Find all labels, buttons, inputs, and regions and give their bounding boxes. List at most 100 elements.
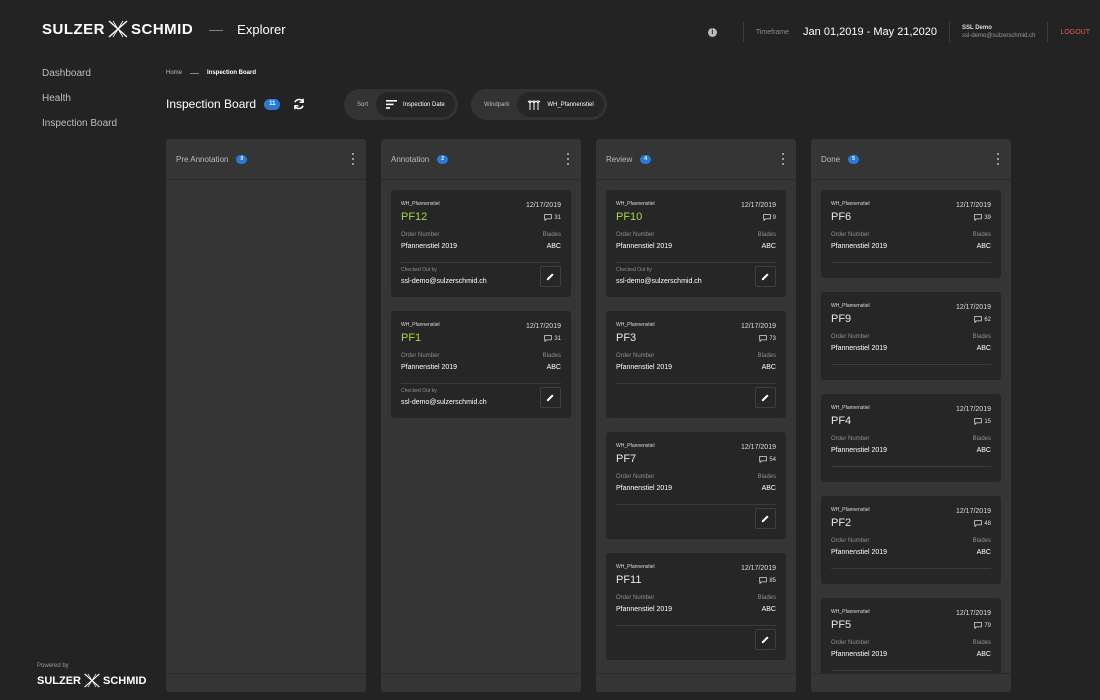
blades-label: Blades: [972, 232, 991, 238]
blades-value: ABC: [546, 364, 561, 371]
column-footer: [166, 673, 366, 692]
order-number-value: Pfannenstiel 2019: [401, 364, 458, 371]
info-icon[interactable]: i: [707, 27, 717, 37]
card-divider: [831, 670, 991, 671]
edit-button[interactable]: [755, 387, 776, 408]
powered-by-label: Powered by: [37, 663, 69, 669]
card-comments: 79: [974, 622, 991, 629]
edit-button[interactable]: [540, 266, 561, 287]
checked-out-label: Checked Out by: [401, 267, 437, 273]
windpark-select[interactable]: WH_Pfannenstiel: [517, 92, 604, 117]
pencil-icon: [546, 273, 554, 281]
sort-icon: [386, 100, 398, 109]
column-count-badge: 5: [848, 154, 859, 164]
windpark-icon: [527, 100, 541, 110]
inspection-card[interactable]: WH_Pfannenstiel 12/17/2019 PF9 62 Order Numb…: [821, 292, 1001, 380]
kebab-menu-icon[interactable]: [778, 152, 788, 166]
inspection-card[interactable]: WH_Pfannenstiel 12/17/2019 PF3 73 Order Numb…: [606, 311, 786, 418]
sidebar-item-health[interactable]: Health: [42, 93, 117, 107]
card-date: 12/17/2019: [740, 565, 776, 572]
inspection-card[interactable]: WH_Pfannenstiel 12/17/2019 PF1 31 Order Numb…: [391, 311, 571, 418]
timeframe-value[interactable]: Jan 01,2019 - May 21,2020: [803, 26, 937, 38]
title-row: Inspection Board 11: [166, 94, 306, 114]
comment-count: 48: [984, 520, 991, 527]
card-comments: 54: [759, 456, 776, 463]
user-email: ssl-demo@sulzerschmid.ch: [961, 33, 1036, 39]
app-logo[interactable]: SULZER SCHMID — Explorer: [42, 20, 286, 38]
card-name: PF12: [401, 211, 428, 223]
page-title: Inspection Board: [166, 97, 257, 111]
inspection-card[interactable]: WH_Pfannenstiel 12/17/2019 PF7 54 Order Numb…: [606, 432, 786, 539]
breadcrumb-home[interactable]: Home: [166, 70, 182, 76]
blades-value: ABC: [761, 364, 776, 371]
card-list: WH_Pfannenstiel 12/17/2019 PF6 39 Order Numb…: [811, 180, 1011, 686]
inspection-card[interactable]: WH_Pfannenstiel 12/17/2019 PF4 15 Order Numb…: [821, 394, 1001, 482]
logout-button[interactable]: LOGOUT: [1060, 29, 1090, 36]
edit-button[interactable]: [540, 387, 561, 408]
comment-count: 79: [984, 622, 991, 629]
edit-button[interactable]: [755, 508, 776, 529]
divider: [1047, 22, 1049, 42]
sidebar-item-inspection-board[interactable]: Inspection Board: [42, 118, 117, 132]
powered-by: Powered by SULZER SCHMID: [37, 663, 146, 688]
inspection-card[interactable]: WH_Pfannenstiel 12/17/2019 PF10 9 Order Numb…: [606, 190, 786, 297]
card-windpark: WH_Pfannenstiel: [831, 405, 870, 411]
sort-select[interactable]: Inspection Date: [376, 92, 455, 117]
order-number-label: Order Number: [831, 436, 870, 442]
inspection-card[interactable]: WH_Pfannenstiel 12/17/2019 PF6 39 Order Numb…: [821, 190, 1001, 278]
brand-left-text: SULZER: [42, 20, 105, 38]
inspection-card[interactable]: WH_Pfannenstiel 12/17/2019 PF12 31 Order Num…: [391, 190, 571, 297]
column-header: Pre Annotation 0: [166, 139, 366, 180]
kebab-menu-icon[interactable]: [993, 152, 1003, 166]
kebab-menu-icon[interactable]: [563, 152, 573, 166]
blades-label: Blades: [757, 595, 776, 601]
comment-count: 73: [769, 335, 776, 342]
pencil-icon: [761, 273, 769, 281]
blades-label: Blades: [972, 640, 991, 646]
card-comments: 39: [974, 214, 991, 221]
comment-icon: [544, 335, 553, 342]
refresh-icon[interactable]: [292, 97, 306, 111]
edit-button[interactable]: [755, 266, 776, 287]
column-count-badge: 2: [437, 154, 449, 164]
pencil-icon: [761, 394, 769, 402]
comment-icon: [974, 316, 983, 323]
order-number-label: Order Number: [616, 353, 655, 359]
checked-out-value: ssl-demo@sulzerschmid.ch: [616, 278, 702, 285]
kebab-menu-icon[interactable]: [348, 152, 358, 166]
card-name: PF11: [616, 574, 642, 586]
blades-label: Blades: [542, 232, 561, 238]
breadcrumb: Home Inspection Board: [166, 70, 256, 76]
comment-icon: [974, 418, 983, 425]
blades-value: ABC: [976, 243, 991, 250]
blades-label: Blades: [972, 436, 991, 442]
card-windpark: WH_Pfannenstiel: [616, 564, 655, 570]
card-windpark: WH_Pfannenstiel: [401, 322, 440, 328]
order-number-value: Pfannenstiel 2019: [831, 447, 888, 454]
blades-label: Blades: [757, 353, 776, 359]
edit-button[interactable]: [755, 629, 776, 650]
comment-count: 31: [554, 214, 561, 221]
column-header: Review 4: [596, 139, 796, 180]
column-annotation: Annotation 2 WH_Pfannenstiel 12/17/2019 PF12…: [381, 139, 581, 692]
order-number-label: Order Number: [831, 334, 870, 340]
card-date: 12/17/2019: [525, 202, 561, 209]
card-name: PF2: [831, 517, 852, 529]
order-number-value: Pfannenstiel 2019: [616, 606, 673, 613]
column-title: Pre Annotation: [176, 154, 229, 164]
card-comments: 15: [974, 418, 991, 425]
card-date: 12/17/2019: [955, 508, 991, 515]
brand-separator: —: [209, 21, 224, 37]
column-pre-annotation: Pre Annotation 0: [166, 139, 366, 692]
card-divider: [616, 504, 776, 505]
card-divider: [616, 383, 776, 384]
inspection-card[interactable]: WH_Pfannenstiel 12/17/2019 PF11 85 Order Num…: [606, 553, 786, 660]
sidebar-item-dashboard[interactable]: Dashboard: [42, 68, 117, 82]
inspection-card[interactable]: WH_Pfannenstiel 12/17/2019 PF2 48 Order Numb…: [821, 496, 1001, 584]
comment-icon: [759, 577, 768, 584]
column-count-badge: 4: [640, 154, 652, 164]
pencil-icon: [761, 515, 769, 523]
footer-brand-logo: SULZER SCHMID: [37, 673, 146, 688]
card-comments: 31: [544, 214, 561, 221]
footer-brand-left: SULZER: [37, 674, 81, 687]
